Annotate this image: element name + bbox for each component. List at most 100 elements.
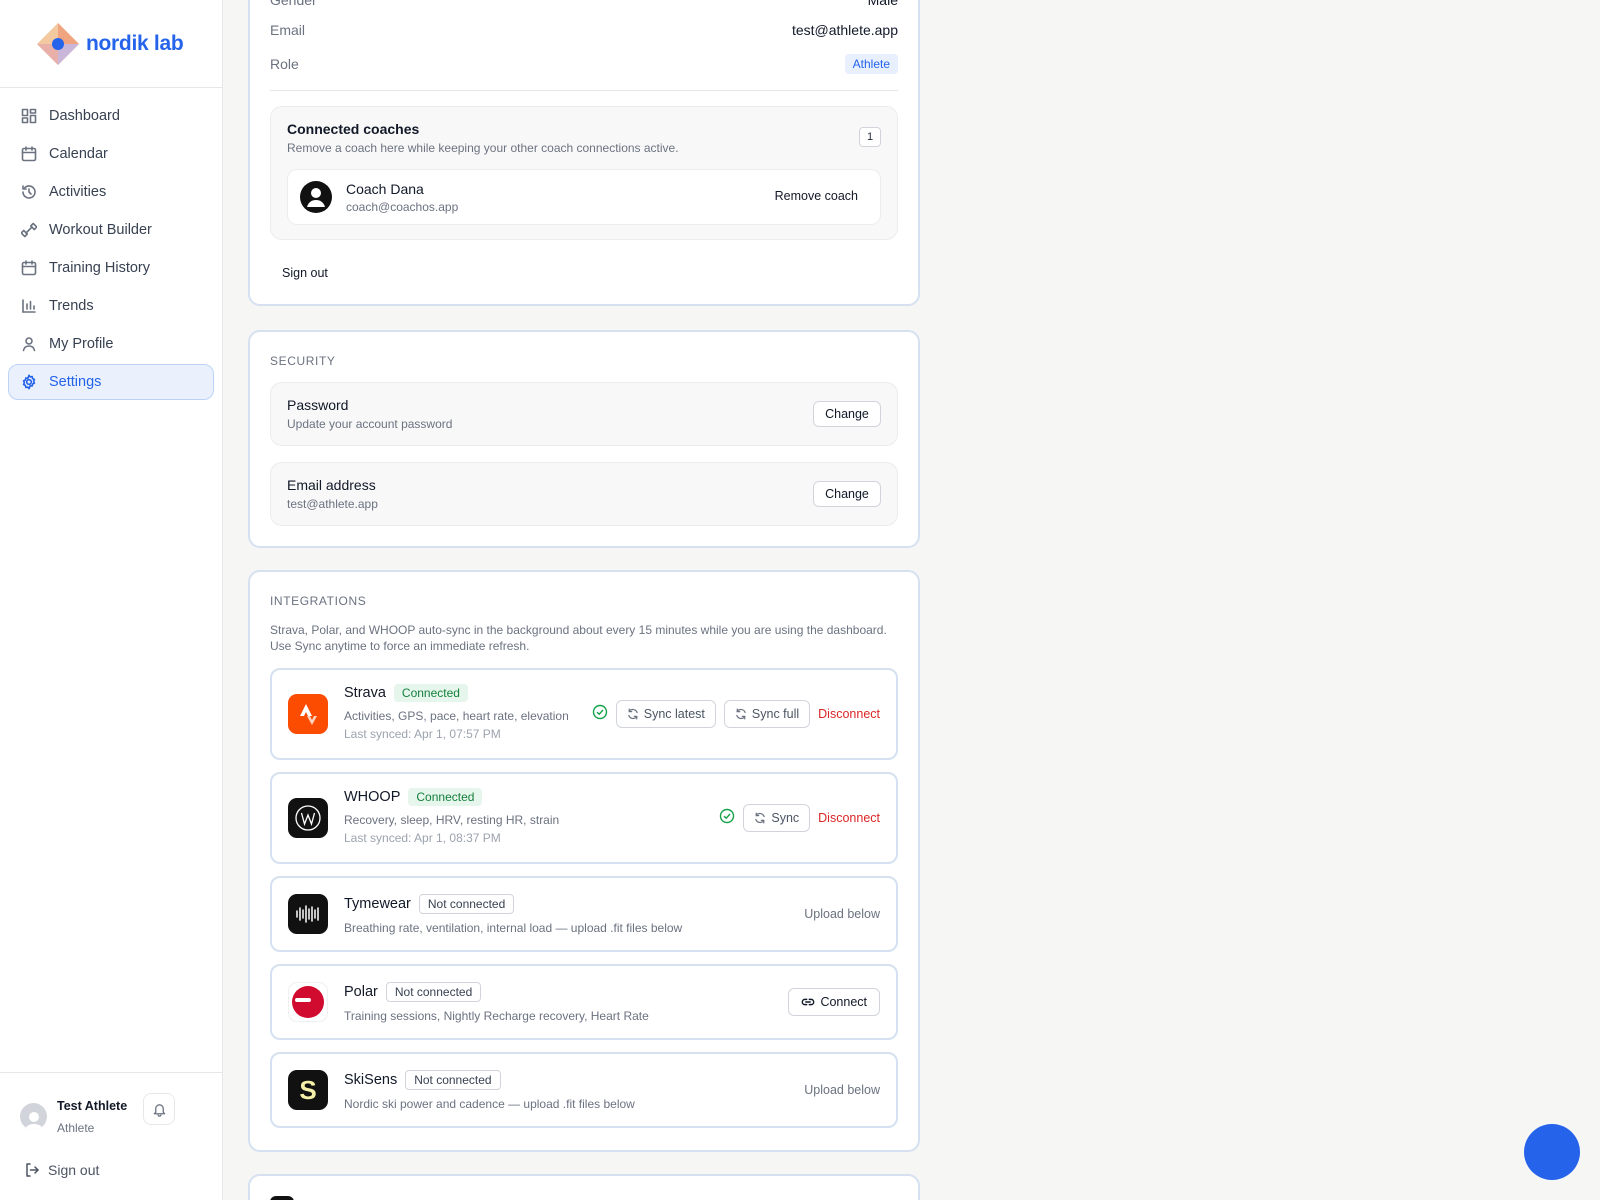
tymewear-status-badge: Not connected [418,894,515,914]
refresh-icon [755,812,766,824]
connected-coaches-panel: Connected coaches Remove a coach here wh… [270,106,898,240]
skisens-name: SkiSens [344,1072,398,1088]
chat-launcher-button[interactable] [1524,1124,1580,1180]
nordik-lab-logo-icon [37,22,79,65]
whoop-logo-icon [288,798,328,838]
sidebar-item-label: Calendar [49,146,108,162]
link-icon [802,998,815,1006]
strava-name: Strava [344,685,386,701]
sidebar-item-activities[interactable]: Activities [8,174,214,210]
integration-whoop: WHOOP Connected Recovery, sleep, HRV, re… [270,772,898,864]
next-section-card [248,1174,920,1200]
sidebar-item-label: Activities [49,184,107,200]
sidebar-nav: Dashboard Calendar Activities Workout Bu… [0,88,222,412]
role-badge: Athlete [844,54,898,74]
calendar-icon [21,146,37,162]
sidebar-signout-button[interactable]: Sign out [24,1162,99,1178]
dashboard-icon [21,108,37,124]
integrations-card: INTEGRATIONS Strava, Polar, and WHOOP au… [248,570,920,1152]
connected-coaches-subtitle: Remove a coach here while keeping your o… [287,141,679,155]
coach-count-badge: 1 [859,127,881,147]
integrations-description: Strava, Polar, and WHOOP auto-sync in th… [270,622,898,654]
sidebar-item-dashboard[interactable]: Dashboard [8,98,214,134]
polar-name: Polar [344,984,378,1000]
gear-icon [22,374,36,390]
whoop-status-badge: Connected [408,788,483,806]
brand[interactable]: nordik lab [0,0,222,88]
integration-tymewear: Tymewear Not connected Breathing rate, v… [270,876,898,952]
sidebar-item-workout-builder[interactable]: Workout Builder [8,212,214,248]
history-icon [22,185,36,199]
user-avatar-icon [24,1112,43,1130]
user-icon [22,337,36,352]
logout-icon [26,1163,39,1177]
strava-logo-icon [288,694,328,734]
user-name: Test Athlete [57,1099,128,1113]
whoop-last-synced: Last synced: Apr 1, 08:37 PM [344,831,501,845]
remove-coach-button[interactable]: Remove coach [775,189,858,203]
polar-logo-icon [288,982,328,1022]
password-subtitle: Update your account password [287,417,453,431]
skisens-status-badge: Not connected [405,1070,501,1090]
profile-card: Gender Male Email test@athlete.app Role … [248,0,920,306]
profile-row-gender: Gender Male [270,0,898,8]
sync-full-button[interactable]: Sync full [723,700,811,728]
whoop-disconnect-button[interactable]: Disconnect [818,811,880,825]
sidebar: nordik lab Dashboard Calendar Activities… [0,0,223,1200]
profile-signout-button[interactable]: Sign out [282,266,328,280]
email-label: Email [270,22,306,38]
sidebar-item-my-profile[interactable]: My Profile [8,326,214,362]
tymewear-description: Breathing rate, ventilation, internal lo… [344,921,683,935]
sidebar-item-training-history[interactable]: Training History [8,250,214,286]
strava-disconnect-button[interactable]: Disconnect [818,707,880,721]
sidebar-item-label: Trends [49,298,94,314]
security-card: SECURITY Password Update your account pa… [248,330,920,548]
skisens-description: Nordic ski power and cadence — upload .f… [344,1097,635,1111]
sidebar-item-label: My Profile [49,336,114,352]
connected-coaches-title: Connected coaches [287,121,420,137]
notifications-button[interactable] [143,1093,176,1125]
sidebar-item-calendar[interactable]: Calendar [8,136,214,172]
gender-value: Male [867,0,898,8]
email-value: test@athlete.app [791,22,898,38]
sidebar-item-settings[interactable]: Settings [8,364,214,400]
next-section-icon [270,1196,294,1200]
divider [270,90,898,91]
change-email-button[interactable]: Change [813,481,881,507]
sidebar-item-label: Training History [49,260,150,276]
sync-latest-label: Sync latest [643,707,705,721]
skisens-logo-icon: S [288,1070,328,1110]
tymewear-logo-icon [288,894,328,934]
bar-chart-icon [22,299,36,313]
whoop-description: Recovery, sleep, HRV, resting HR, strain [344,813,560,827]
sidebar-item-label: Settings [49,374,102,390]
sidebar-item-trends[interactable]: Trends [8,288,214,324]
integration-skisens: S SkiSens Not connected Nordic ski power… [270,1052,898,1128]
sidebar-footer: Test Athlete Athlete Sign out [0,1072,223,1200]
whoop-name: WHOOP [344,789,401,805]
gender-label: Gender [270,0,317,8]
refresh-icon [736,708,746,720]
sync-full-label: Sync full [751,707,800,721]
change-password-button[interactable]: Change [813,401,881,427]
whoop-sync-button[interactable]: Sync [743,804,811,832]
role-label: Role [270,56,299,72]
user-avatar-icon [307,188,325,207]
whoop-sync-label: Sync [771,811,800,825]
avatar[interactable] [20,1103,47,1130]
strava-status-badge: Connected [393,684,468,702]
sidebar-item-label: Workout Builder [49,222,152,238]
strava-description: Activities, GPS, pace, heart rate, eleva… [344,709,569,723]
integrations-desc-line1: Strava, Polar, and WHOOP auto-sync in th… [270,623,887,637]
polar-connect-label: Connect [820,995,867,1009]
strava-last-synced: Last synced: Apr 1, 07:57 PM [344,727,501,741]
coach-avatar [300,181,332,213]
email-address-value: test@athlete.app [287,497,378,511]
polar-connect-button[interactable]: Connect [788,988,880,1016]
integration-polar: Polar Not connected Training sessions, N… [270,964,898,1040]
profile-row-role: Role Athlete [270,54,898,74]
sync-latest-button[interactable]: Sync latest [615,700,716,728]
user-card: Test Athlete Athlete [20,1093,176,1135]
sidebar-signout-label: Sign out [48,1162,100,1178]
sidebar-item-label: Dashboard [49,108,120,124]
